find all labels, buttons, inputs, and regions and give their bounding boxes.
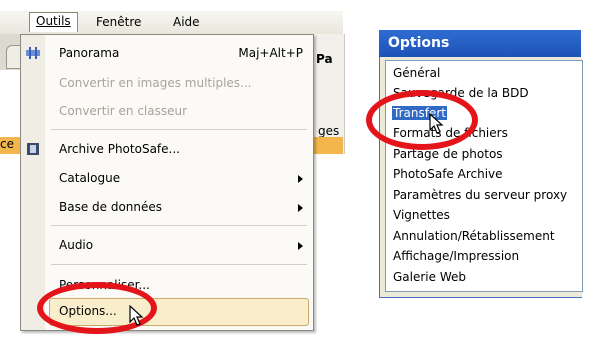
menu-separator: [51, 225, 307, 226]
options-item-general[interactable]: Général: [393, 66, 440, 80]
mouse-pointer-icon: [129, 305, 144, 326]
background-text-ce: ce: [0, 137, 14, 151]
menu-item-convertir-classeur[interactable]: Convertir en classeur: [59, 104, 187, 118]
menu-item-base-de-donnees[interactable]: Base de données: [59, 200, 162, 214]
mouse-pointer-icon: [429, 113, 444, 134]
menu-item-audio[interactable]: Audio: [59, 238, 93, 252]
menu-outils[interactable]: Outils: [29, 12, 78, 32]
menu-aide[interactable]: Aide: [173, 15, 200, 29]
menu-item-catalogue[interactable]: Catalogue: [59, 171, 120, 185]
menu-separator: [51, 264, 307, 265]
menu-fenetre[interactable]: Fenêtre: [96, 15, 141, 29]
menu-item-panorama-shortcut: Maj+Alt+P: [238, 46, 303, 60]
options-item-photosafe-archive[interactable]: PhotoSafe Archive: [393, 167, 503, 181]
menu-item-panorama[interactable]: Panorama: [59, 46, 119, 60]
options-dialog-titlebar: Options: [379, 30, 581, 57]
menu-icon-gutter: [21, 35, 45, 330]
options-item-affichage-impression[interactable]: Affichage/Impression: [393, 249, 519, 263]
background-text-pa: Pa: [316, 52, 333, 66]
options-item-galerie-web[interactable]: Galerie Web: [393, 270, 466, 284]
submenu-arrow-icon: [298, 204, 303, 212]
menu-separator: [51, 129, 307, 130]
submenu-arrow-icon: [298, 175, 303, 183]
panorama-icon: [26, 47, 40, 59]
menu-item-convertir-images[interactable]: Convertir en images multiples...: [59, 76, 251, 90]
photosafe-icon: [27, 143, 39, 155]
options-item-vignettes[interactable]: Vignettes: [393, 208, 450, 222]
annotation-ring-transfert: [366, 90, 478, 150]
menu-item-archive-photosafe[interactable]: Archive PhotoSafe...: [59, 142, 180, 156]
background-text-ges: ges: [318, 124, 340, 138]
options-item-annulation[interactable]: Annulation/Rétablissement: [393, 229, 555, 243]
submenu-arrow-icon: [298, 242, 303, 250]
options-dialog-title: Options: [388, 35, 450, 51]
menu-outils-label: Outils: [36, 14, 71, 28]
options-item-serveur-proxy[interactable]: Paramètres du serveur proxy: [393, 188, 567, 202]
menu-bar: Outils Fenêtre Aide: [0, 11, 343, 35]
